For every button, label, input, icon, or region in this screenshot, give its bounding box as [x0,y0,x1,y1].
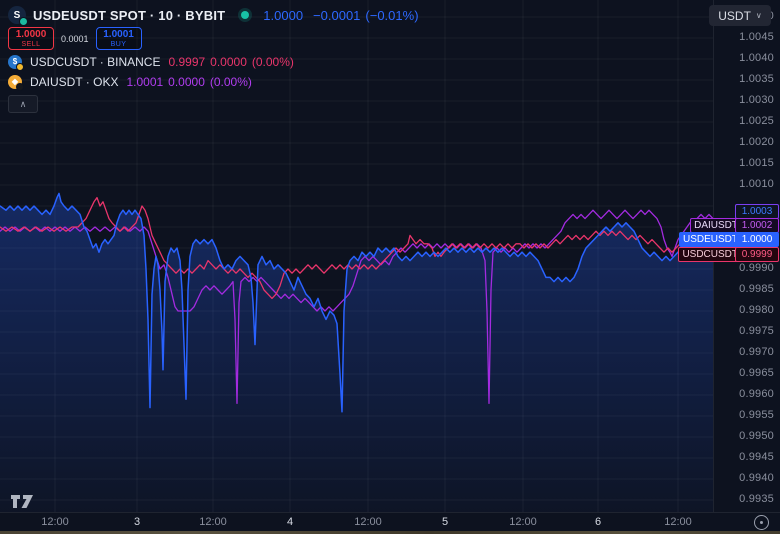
symbol-title[interactable]: USDEUSDT SPOT · 10 · BYBIT [33,8,225,23]
price-tick-label: 0.9950 [739,430,774,442]
price-badge-value-usdcusdt: 0.9999 [735,247,779,262]
compare-last: 0.9997 [168,55,205,69]
time-tick-label: 12:00 [41,516,69,528]
price-tick-label: 0.9980 [739,304,774,316]
time-tick-label: 12:00 [354,516,382,528]
time-tick-label: 6 [595,516,601,528]
price-tick-label: 0.9965 [739,367,774,379]
chart-window: 1.00501.00451.00401.00351.00301.00251.00… [0,0,780,534]
price-change: −0.0001 [313,8,360,23]
time-tick-label: 12:00 [509,516,537,528]
price-tick-label: 1.0015 [739,157,774,169]
price-badge-name-usdcusdt: USDCUSDT [678,247,742,262]
price-change-percent: (−0.01%) [365,8,418,23]
currency-dropdown[interactable]: USDT ∨ [709,5,771,26]
sell-button[interactable]: 1.0000 SELL [8,27,54,50]
chevron-down-icon: ∨ [756,11,762,20]
currency-label: USDT [718,9,751,23]
price-tick-label: 0.9985 [739,283,774,295]
compare-last: 1.0001 [126,75,163,89]
compare-change: 0.0000 [168,75,205,89]
compare-row-usdcusdt[interactable]: $ USDCUSDT · BINANCE 0.9997 0.0000 (0.00… [8,54,419,69]
price-tick-label: 0.9940 [739,472,774,484]
buy-price: 1.0001 [103,30,134,40]
price-tick-label: 0.9970 [739,346,774,358]
buy-button[interactable]: 1.0001 BUY [96,27,142,50]
price-badge-name-usdeusdt: USDEUSDT [679,232,742,247]
time-tick-label: 3 [134,516,140,528]
buy-label: BUY [111,41,127,48]
compare-change-percent: (0.00%) [210,75,252,89]
main-symbol-row[interactable]: S USDEUSDT SPOT · 10 · BYBIT 1.0000 −0.0… [8,5,419,25]
collapse-legend-button[interactable]: ∧ [8,95,38,113]
price-badge-value-ask: 1.0003 [735,204,779,219]
spread-label: 0.0001 [61,34,89,44]
compare-symbol-name[interactable]: USDCUSDT · BINANCE [30,55,160,69]
price-tick-label: 1.0030 [739,94,774,106]
time-tick-label: 4 [287,516,293,528]
price-badge-value-daiusdt: 1.0002 [735,218,779,233]
legend: S USDEUSDT SPOT · 10 · BYBIT 1.0000 −0.0… [8,5,419,113]
price-tick-label: 0.9935 [739,493,774,505]
chevron-up-icon: ∧ [20,99,27,110]
compare-symbol-name[interactable]: DAIUSDT · OKX [30,75,118,89]
price-tick-label: 0.9960 [739,388,774,400]
price-tick-label: 1.0040 [739,52,774,64]
price-tick-label: 1.0025 [739,115,774,127]
sell-price: 1.0000 [16,30,47,40]
price-tick-label: 1.0045 [739,31,774,43]
price-tick-label: 0.9990 [739,262,774,274]
price-tick-label: 1.0035 [739,73,774,85]
tradingview-logo[interactable] [10,493,34,514]
dai-coin-icon: ◆ [8,75,22,89]
price-badge-value-usdeusdt: 1.0000 [735,232,779,247]
price-tick-label: 0.9955 [739,409,774,421]
price-tick-label: 1.0020 [739,136,774,148]
symbol-quote: 1.0000 −0.0001 (−0.01%) [263,8,418,23]
usdc-coin-icon: $ [8,55,22,69]
market-status-dot[interactable] [241,11,249,19]
price-tick-label: 0.9975 [739,325,774,337]
order-buttons-row: 1.0000 SELL 0.0001 1.0001 BUY [8,28,419,49]
compare-change-percent: (0.00%) [252,55,294,69]
sell-label: SELL [21,41,40,48]
compare-values: 0.9997 0.0000 (0.00%) [168,55,298,69]
price-tick-label: 0.9945 [739,451,774,463]
time-tick-label: 5 [442,516,448,528]
compare-row-daiusdt[interactable]: ◆ DAIUSDT · OKX 1.0001 0.0000 (0.00%) [8,74,419,89]
compare-values: 1.0001 0.0000 (0.00%) [126,75,256,89]
usde-coin-icon: S [8,6,26,24]
price-tick-label: 1.0010 [739,178,774,190]
time-tick-label: 12:00 [664,516,692,528]
time-scale[interactable]: 12:00 3 12:00 4 12:00 5 12:00 6 12:00 [0,512,780,532]
time-tick-label: 12:00 [199,516,227,528]
last-price: 1.0000 [263,8,303,23]
timezone-target-icon[interactable] [754,515,769,530]
compare-change: 0.0000 [210,55,247,69]
